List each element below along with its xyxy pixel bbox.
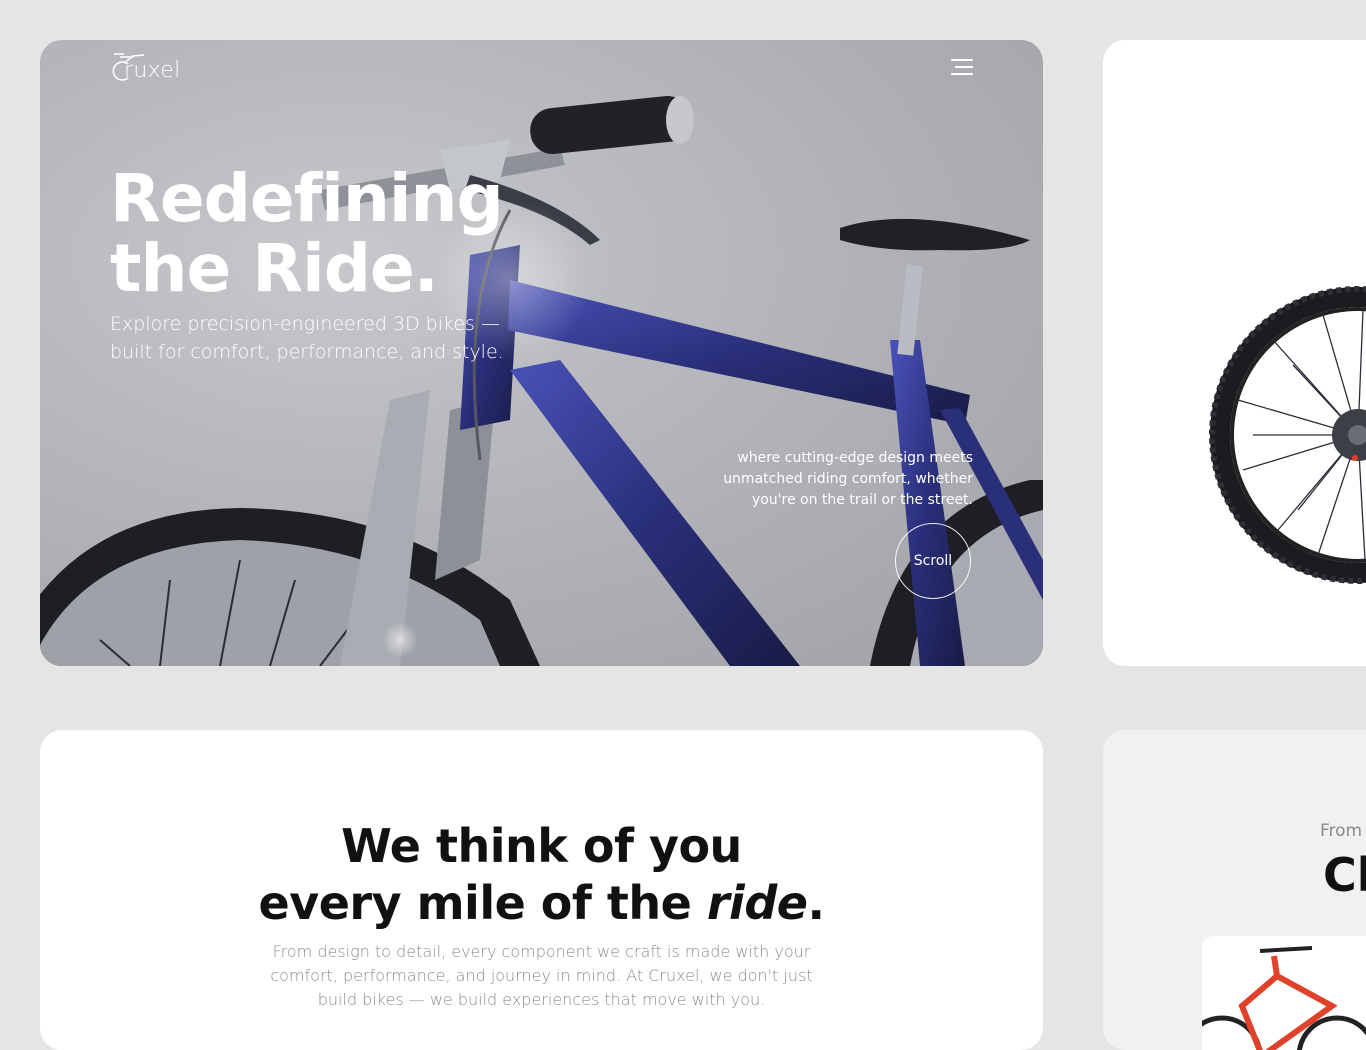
about-title: We think of you every mile of the ride. — [40, 818, 1043, 932]
about-title-line-1: We think of you — [341, 819, 742, 873]
hamburger-menu-icon-line — [951, 73, 973, 75]
product-thumbnail[interactable] — [1202, 936, 1366, 1050]
collection-card[interactable]: From Cl — [1103, 730, 1366, 1050]
about-body: From design to detail, every component w… — [270, 942, 813, 1009]
scroll-button[interactable]: Scroll — [895, 523, 971, 599]
collection-from-label: From — [1320, 821, 1363, 841]
hero-subtitle: Explore precision-engineered 3D bikes — … — [110, 313, 504, 363]
hamburger-menu-icon-line — [955, 66, 973, 68]
about-title-line-2-prefix: every mile of the — [258, 876, 707, 930]
hamburger-menu-icon — [951, 59, 973, 61]
hero-title-line-2: the Ride. — [110, 230, 439, 307]
bike-wheel-image — [1209, 286, 1366, 584]
about-section: We think of you every mile of the ride. … — [40, 730, 1043, 1050]
hero-note: where cutting-edge design meets unmatche… — [723, 450, 973, 508]
about-title-emphasis: ride — [706, 876, 808, 930]
brand-name: ruxel — [124, 58, 181, 83]
product-wheel-card[interactable] — [1103, 40, 1366, 666]
hero-title: Redefining the Ride. — [110, 160, 504, 307]
about-title-line-2-suffix: . — [807, 876, 825, 930]
hero-section: ruxel Redefining the Ride. Explore preci… — [40, 40, 1043, 666]
menu-button[interactable] — [949, 59, 973, 77]
hero-title-line-1: Redefining — [110, 160, 504, 237]
red-bike-image — [1202, 946, 1366, 1050]
collection-title: Cl — [1323, 848, 1366, 902]
